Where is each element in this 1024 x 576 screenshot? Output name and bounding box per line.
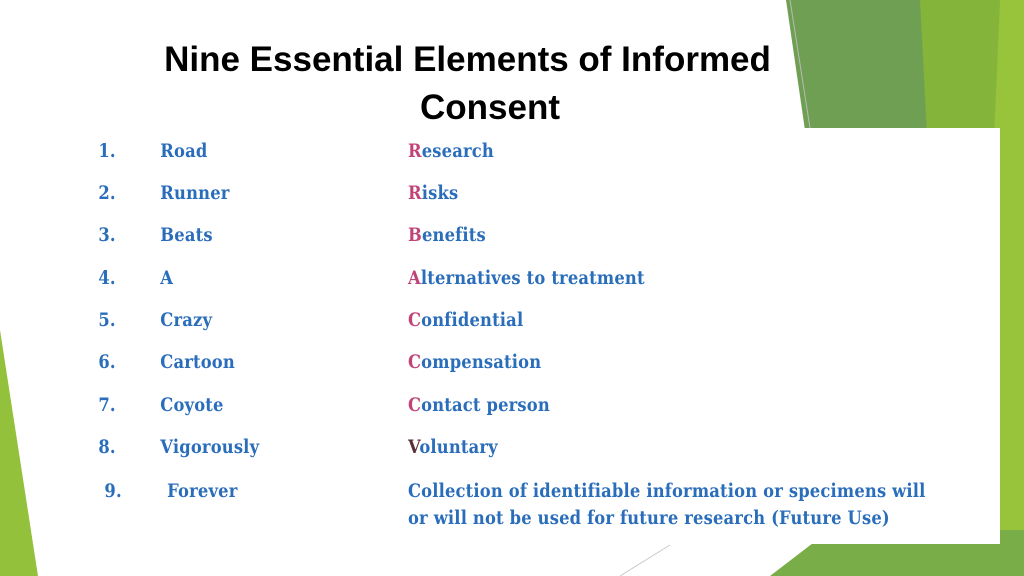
item-number: 6.: [98, 351, 116, 373]
first-letter: V: [407, 436, 420, 458]
element-rest: esearch: [421, 140, 494, 162]
item-number: 1.: [98, 140, 116, 162]
first-letter: C: [407, 309, 422, 331]
item-number: 7.: [98, 394, 116, 416]
green-facet-left: [0, 330, 38, 576]
element-rest: oluntary: [419, 436, 498, 458]
element-rest: isks: [421, 182, 459, 204]
element-rest: enefits: [421, 224, 486, 246]
mnemonic-word: Coyote: [160, 394, 224, 416]
consent-element: Voluntary: [408, 436, 498, 458]
first-letter: A: [407, 267, 421, 289]
consent-element: Contact person: [408, 394, 550, 416]
mnemonic-word: Cartoon: [160, 351, 235, 373]
element-rest: lternatives to treatment: [420, 267, 645, 289]
item-number: 4.: [98, 267, 116, 289]
consent-element-future-use: Collection of identifiable information o…: [408, 478, 926, 532]
element-rest: onfidential: [421, 309, 524, 331]
item-number: 5.: [98, 309, 116, 331]
element-rest: ontact person: [421, 394, 550, 416]
consent-element: Confidential: [408, 309, 523, 331]
consent-element: Alternatives to treatment: [408, 267, 645, 289]
element-rest: ompensation: [421, 351, 542, 373]
item-number: 9.: [104, 480, 122, 502]
item-number: 3.: [98, 224, 116, 246]
slide-title-line1: Nine Essential Elements of Informed: [164, 40, 771, 79]
mnemonic-word: Crazy: [160, 309, 213, 331]
consent-element: Risks: [408, 182, 458, 204]
slide-title: Nine Essential Elements of Informed Cons…: [0, 36, 980, 132]
mnemonic-word: Forever: [167, 480, 238, 502]
consent-element: Compensation: [408, 351, 541, 373]
first-letter: B: [407, 224, 422, 246]
mnemonic-word: Vigorously: [160, 436, 260, 458]
first-letter: R: [407, 182, 422, 204]
consent-element: Research: [408, 140, 494, 162]
element-line1: Collection of identifiable information o…: [407, 480, 926, 502]
element-line2: or will not be used for future research …: [407, 507, 890, 529]
first-letter: C: [407, 394, 422, 416]
mnemonic-word: Beats: [160, 224, 213, 246]
consent-element: Benefits: [408, 224, 486, 246]
mnemonic-word: A: [160, 267, 174, 289]
mnemonic-word: Road: [160, 140, 208, 162]
item-number: 2.: [98, 182, 116, 204]
mnemonic-list-panel: 1. Road Research 2. Runner Risks 3. Beat…: [70, 128, 1000, 544]
item-number: 8.: [98, 436, 116, 458]
first-letter: R: [407, 140, 422, 162]
slide-title-line2: Consent: [420, 88, 560, 127]
mnemonic-word: Runner: [160, 182, 230, 204]
first-letter: C: [407, 351, 422, 373]
thin-accent-line-bottom: [619, 544, 671, 576]
